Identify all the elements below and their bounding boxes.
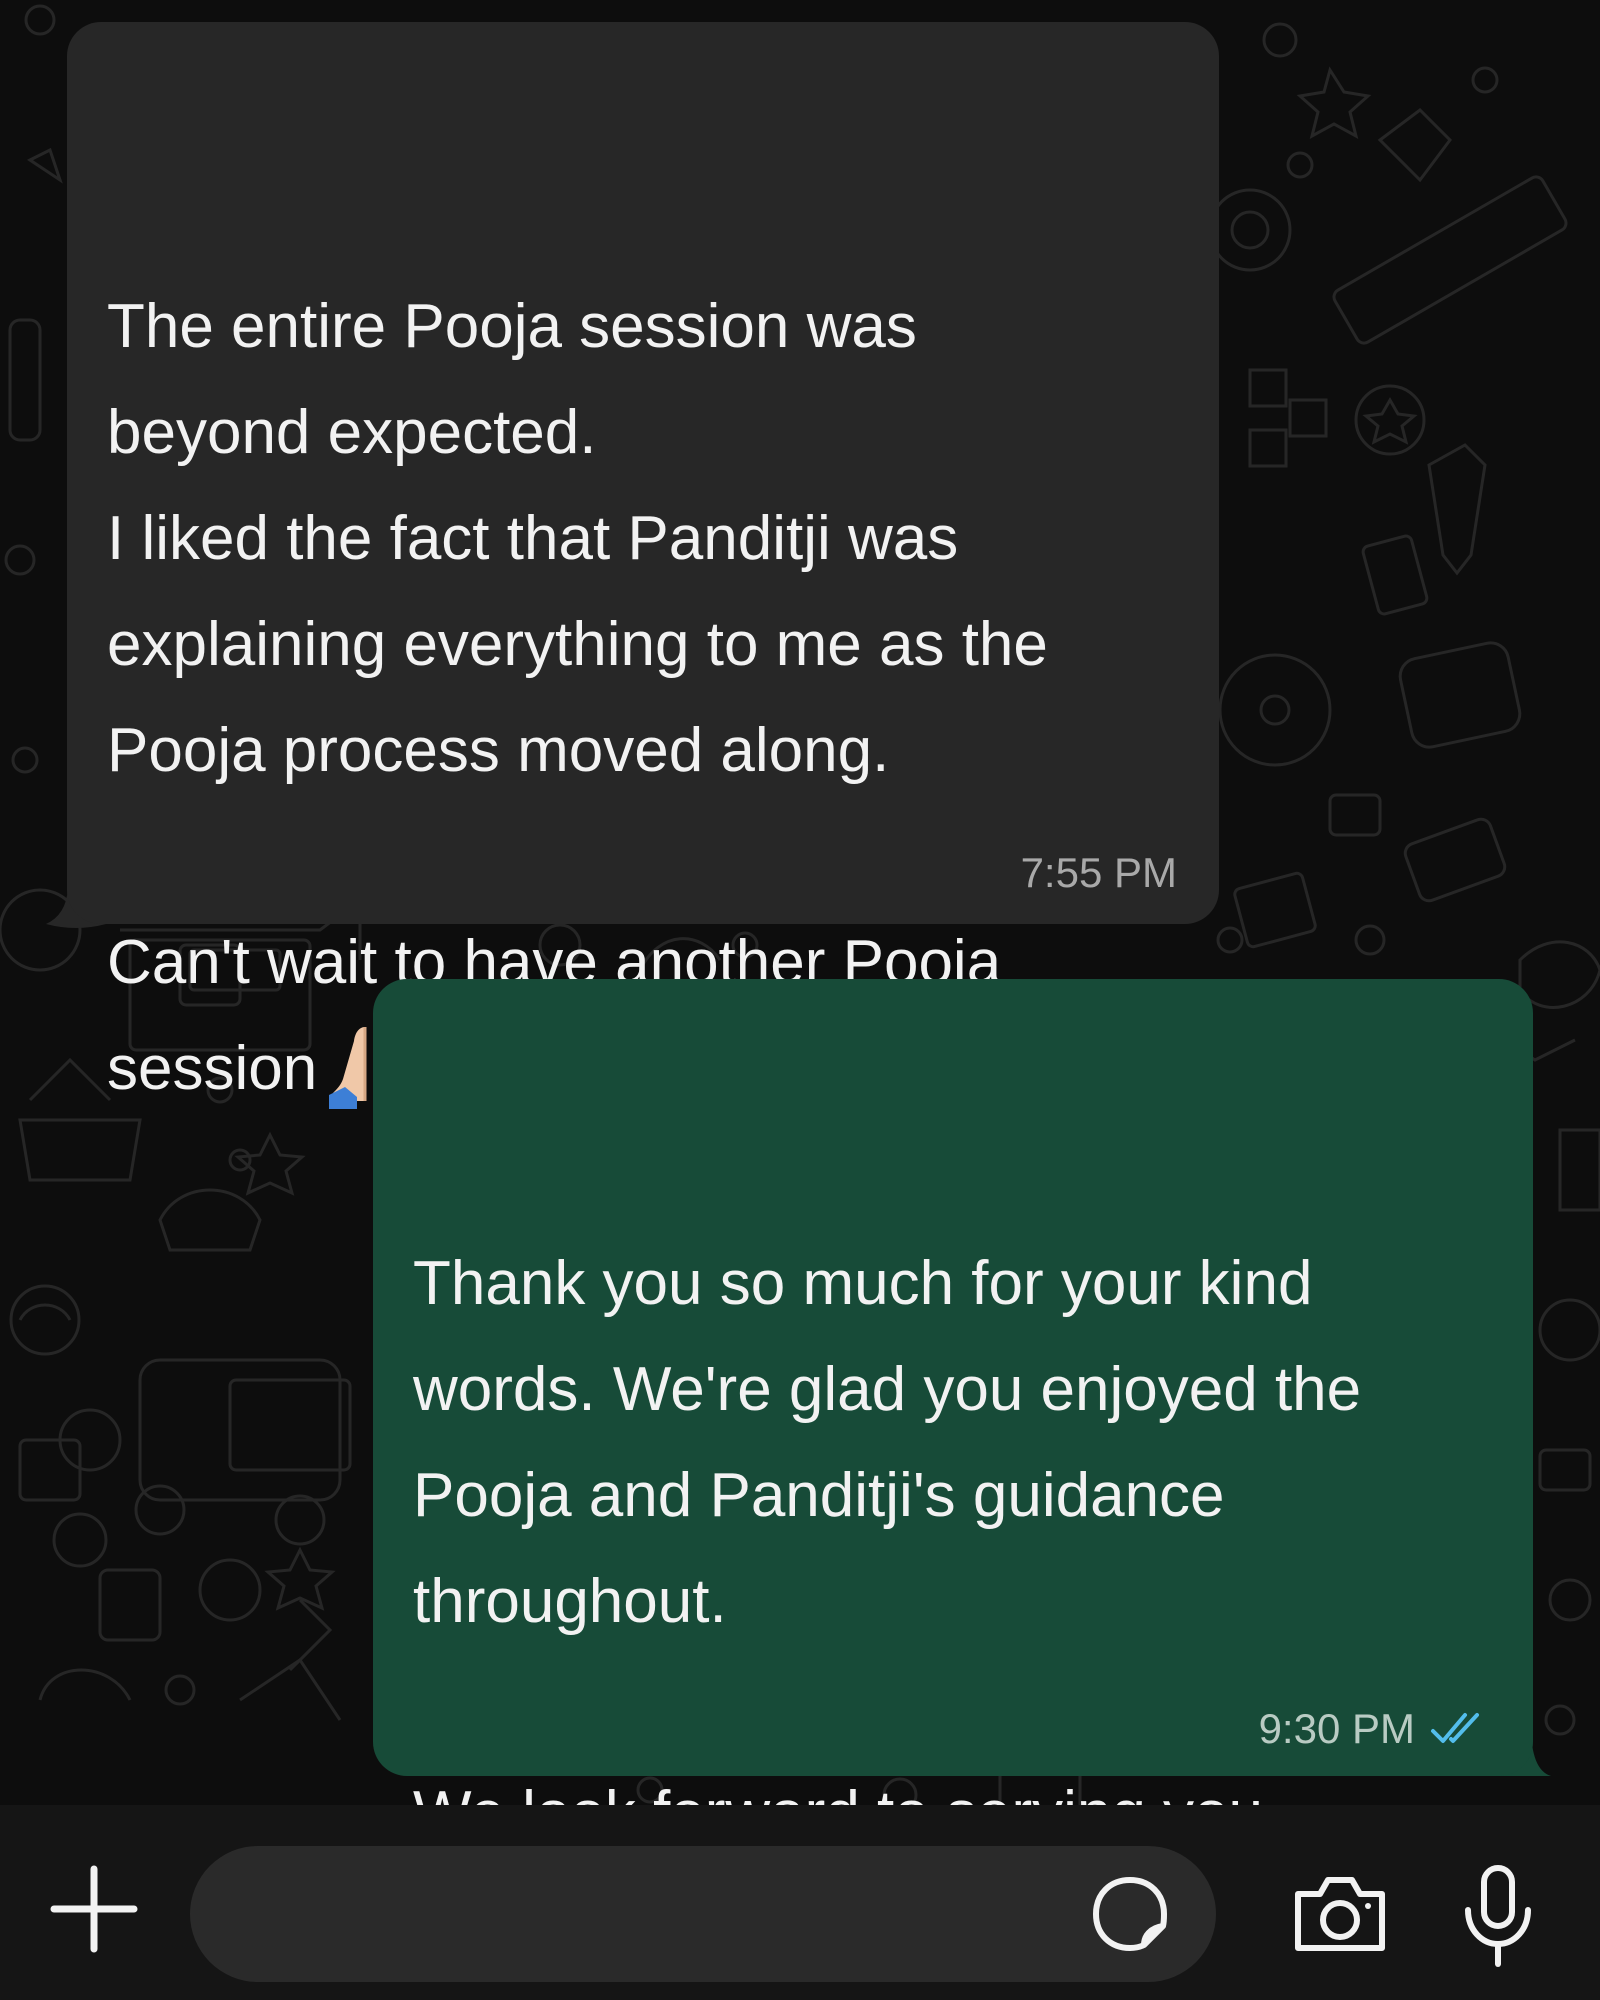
- message-meta: 9:30 PM: [1259, 1704, 1491, 1754]
- sticker-icon[interactable]: [1090, 1874, 1170, 1954]
- camera-icon[interactable]: [1290, 1872, 1390, 1956]
- incoming-message[interactable]: The entire Pooja session was beyond expe…: [67, 22, 1219, 1109]
- message-input[interactable]: [190, 1846, 1216, 1982]
- microphone-icon[interactable]: [1460, 1864, 1536, 1970]
- message-timestamp: 9:30 PM: [1258, 1705, 1415, 1752]
- message-body: Thank you so much for your kind words. W…: [413, 1249, 1362, 1805]
- outgoing-message[interactable]: Thank you so much for your kind words. W…: [373, 979, 1533, 1805]
- chat-area[interactable]: The entire Pooja session was beyond expe…: [0, 0, 1600, 1805]
- plus-icon[interactable]: [50, 1865, 138, 1953]
- message-meta: 7:55 PM: [1021, 848, 1177, 898]
- read-receipt-icon: [1431, 1713, 1479, 1743]
- message-timestamp: 7:55 PM: [1020, 849, 1177, 896]
